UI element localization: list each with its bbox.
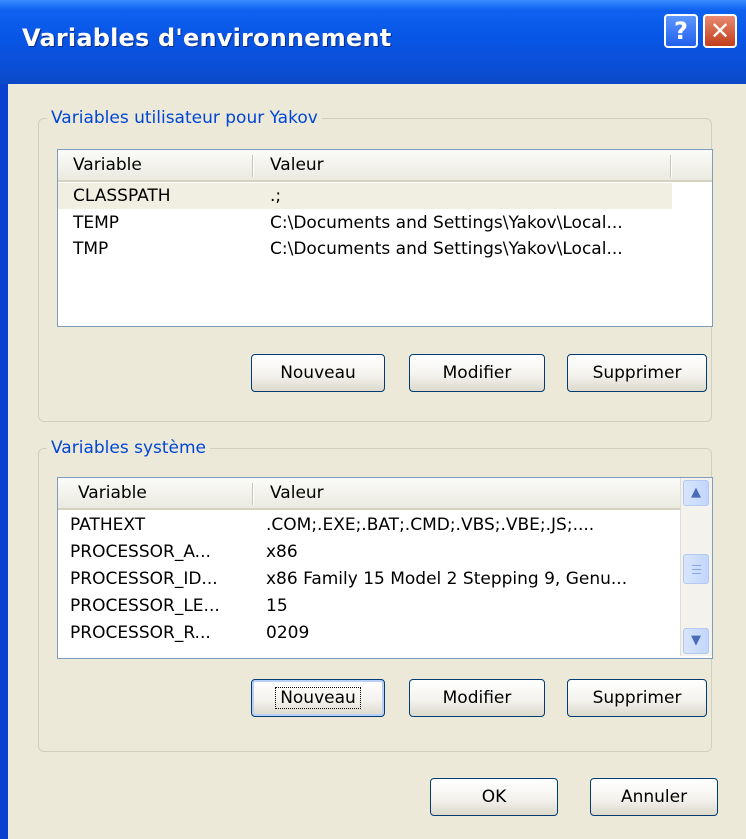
column-separator[interactable]: [670, 155, 672, 177]
title-bar[interactable]: Variables d'environnement ? ✕: [0, 0, 746, 84]
button-label: Modifier: [442, 688, 512, 708]
variable-value: C:\Documents and Settings\Yakov\Local...: [270, 239, 623, 259]
variable-name: CLASSPATH: [73, 186, 171, 206]
edit-user-variable-button[interactable]: Modifier: [409, 354, 545, 392]
vertical-scrollbar[interactable]: ▲ ▼: [680, 478, 712, 656]
list-item[interactable]: PROCESSOR_A... x86: [58, 539, 680, 565]
list-item[interactable]: PROCESSOR_LE... 15: [58, 593, 680, 619]
list-header: Variable Valeur: [58, 478, 680, 510]
button-label: Supprimer: [592, 363, 682, 383]
grip-line: [692, 565, 701, 566]
delete-user-variable-button[interactable]: Supprimer: [567, 354, 707, 392]
close-icon: ✕: [709, 17, 731, 45]
scroll-up-button[interactable]: ▲: [683, 480, 709, 506]
variable-value: x86 Family 15 Model 2 Stepping 9, Genu..…: [266, 569, 628, 589]
close-button[interactable]: ✕: [703, 14, 737, 48]
environment-variables-dialog: Variables d'environnement ? ✕ Variables …: [0, 0, 746, 839]
variable-name: PROCESSOR_R...: [70, 623, 211, 643]
system-variables-legend: Variables système: [47, 438, 211, 458]
ok-button[interactable]: OK: [430, 778, 558, 816]
list-item[interactable]: PROCESSOR_ID... x86 Family 15 Model 2 St…: [58, 566, 680, 592]
variable-value: .;: [270, 186, 282, 206]
window-title: Variables d'environnement: [22, 24, 392, 52]
button-label: Nouveau: [280, 363, 356, 383]
column-separator[interactable]: [252, 483, 254, 505]
scroll-down-button[interactable]: ▼: [683, 628, 709, 654]
list-header: Variable Valeur: [58, 150, 712, 182]
chevron-up-icon: ▲: [691, 485, 701, 500]
grip-line: [692, 569, 701, 570]
system-variables-list[interactable]: Variable Valeur PATHEXT .COM;.EXE;.BAT;.…: [57, 477, 713, 659]
scroll-thumb[interactable]: [683, 554, 709, 584]
user-variables-group: Variables utilisateur pour Yakov Variabl…: [38, 108, 713, 422]
help-button[interactable]: ?: [664, 14, 698, 48]
button-label: Modifier: [442, 363, 512, 383]
variable-value: 0209: [266, 623, 310, 643]
list-item[interactable]: PATHEXT .COM;.EXE;.BAT;.CMD;.VBS;.VBE;.J…: [58, 512, 680, 538]
variable-name: PROCESSOR_LE...: [70, 596, 220, 616]
column-header-value[interactable]: Valeur: [270, 150, 324, 180]
variable-name: PROCESSOR_A...: [70, 542, 211, 562]
edit-system-variable-button[interactable]: Modifier: [409, 679, 545, 717]
button-label: Nouveau: [275, 687, 361, 709]
list-item[interactable]: TMP C:\Documents and Settings\Yakov\Loca…: [58, 236, 672, 262]
delete-system-variable-button[interactable]: Supprimer: [567, 679, 707, 717]
cancel-button[interactable]: Annuler: [590, 778, 718, 816]
column-separator[interactable]: [252, 155, 254, 177]
user-variables-list[interactable]: Variable Valeur CLASSPATH .; TEMP C:\Doc…: [57, 149, 713, 327]
column-header-variable[interactable]: Variable: [73, 150, 142, 180]
list-item[interactable]: PROCESSOR_R... 0209: [58, 620, 680, 646]
help-icon: ?: [674, 17, 688, 45]
button-label: Annuler: [620, 787, 688, 807]
variable-value: .COM;.EXE;.BAT;.CMD;.VBS;.VBE;.JS;....: [266, 515, 595, 535]
variable-value: C:\Documents and Settings\Yakov\Local...: [270, 213, 623, 233]
grip-line: [692, 573, 701, 574]
variable-name: TMP: [73, 239, 109, 259]
list-item[interactable]: TEMP C:\Documents and Settings\Yakov\Loc…: [58, 210, 672, 236]
variable-name: TEMP: [73, 213, 120, 233]
column-header-value[interactable]: Valeur: [270, 478, 324, 508]
button-label: OK: [481, 787, 507, 807]
variable-name: PROCESSOR_ID...: [70, 569, 218, 589]
variable-value: x86: [266, 542, 298, 562]
new-system-variable-button[interactable]: Nouveau: [251, 679, 385, 717]
chevron-down-icon: ▼: [691, 633, 701, 648]
column-header-variable[interactable]: Variable: [78, 478, 147, 508]
variable-value: 15: [266, 596, 288, 616]
system-variables-group: Variables système Variable Valeur PATHEX…: [38, 438, 713, 752]
new-user-variable-button[interactable]: Nouveau: [251, 354, 385, 392]
button-label: Supprimer: [592, 688, 682, 708]
variable-name: PATHEXT: [70, 515, 146, 535]
list-item[interactable]: CLASSPATH .;: [58, 183, 672, 209]
user-variables-legend: Variables utilisateur pour Yakov: [47, 108, 322, 128]
dialog-body: Variables utilisateur pour Yakov Variabl…: [8, 84, 746, 839]
